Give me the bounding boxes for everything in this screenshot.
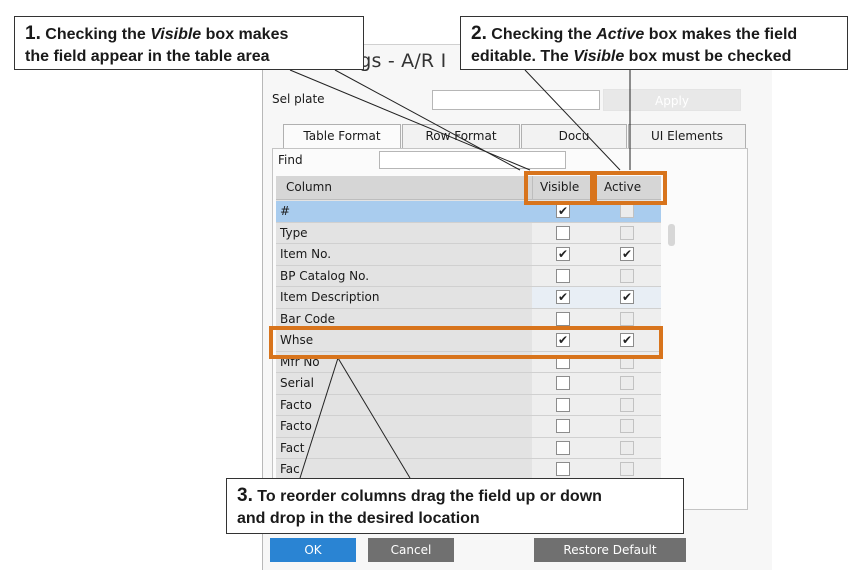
active-header-highlight: [593, 171, 667, 205]
callout-2-pointer: [524, 69, 621, 171]
callout-3-pointer: [299, 357, 339, 479]
callout-3: 3. To reorder columns drag the field up …: [226, 478, 684, 534]
callout-3-pointer: [337, 357, 411, 479]
visible-header-highlight: [524, 171, 594, 205]
callout-1-pointer: [289, 69, 531, 171]
callout-2: 2. Checking the Active box makes the fie…: [460, 16, 848, 70]
whse-row-highlight: [269, 326, 663, 359]
callout-1-pointer: [334, 69, 521, 171]
callout-1: 1. Checking the Visible box makes the fi…: [14, 16, 364, 70]
